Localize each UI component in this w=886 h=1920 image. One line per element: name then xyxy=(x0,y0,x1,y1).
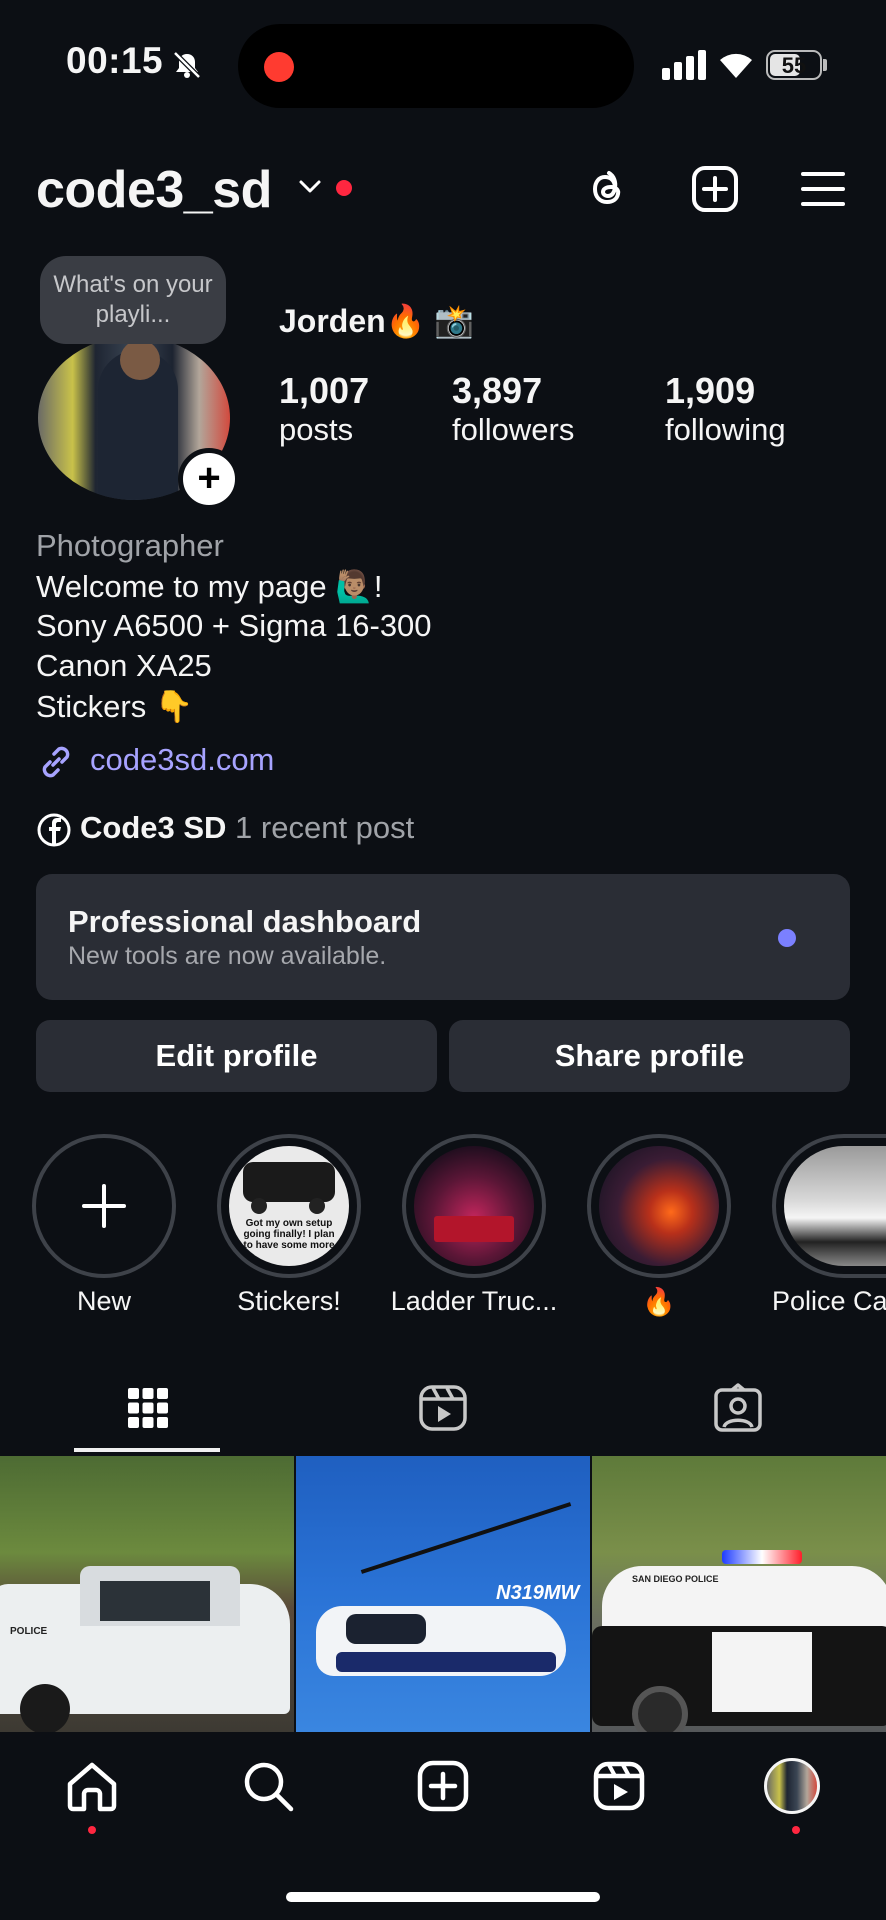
professional-dashboard[interactable]: Professional dashboard New tools are now… xyxy=(36,874,850,1000)
battery-tip xyxy=(823,59,827,71)
highlight-label: Ladder Truc... xyxy=(390,1286,558,1316)
hamburger-menu-icon[interactable] xyxy=(798,164,848,214)
highlight-label: 🔥 xyxy=(642,1287,676,1317)
post-thumbnail[interactable]: SAN DIEGO POLICE xyxy=(592,1456,886,1732)
tagged-icon[interactable] xyxy=(712,1382,764,1434)
active-tab-indicator xyxy=(74,1448,220,1452)
threads-icon[interactable] xyxy=(582,164,632,214)
bio-line: Canon XA25 xyxy=(36,648,212,683)
chevron-down-icon[interactable] xyxy=(298,178,322,196)
bio-line: Welcome to my page 🙋🏽‍♂️! xyxy=(36,569,383,604)
create-post-icon[interactable] xyxy=(415,1758,471,1814)
following-label[interactable]: following xyxy=(665,412,786,448)
wifi-icon xyxy=(720,53,752,78)
bio-line: Stickers 👇 xyxy=(36,689,194,724)
profile-category: Photographer xyxy=(36,528,224,563)
facebook-link[interactable]: Code3 SD 1 recent post xyxy=(80,810,414,846)
dashboard-title: Professional dashboard xyxy=(68,904,422,939)
reels-icon[interactable] xyxy=(417,1382,469,1434)
battery-level: 55 xyxy=(781,53,807,78)
new-highlight-button[interactable] xyxy=(32,1134,176,1278)
sticker-caption: Got my own setup going finally! I plan t… xyxy=(243,1218,335,1251)
recording-indicator xyxy=(264,52,294,82)
followers-count[interactable]: 3,897 xyxy=(452,370,542,412)
plus-icon xyxy=(82,1184,126,1228)
profile-nav-avatar[interactable] xyxy=(764,1758,820,1814)
account-username[interactable]: code3_sd xyxy=(36,160,272,220)
display-name: Jorden🔥 📸 xyxy=(279,303,475,339)
link-icon xyxy=(42,746,70,778)
dashboard-new-dot xyxy=(778,929,796,947)
facebook-icon xyxy=(37,813,71,847)
profile-notification-dot xyxy=(792,1826,800,1834)
home-notification-dot xyxy=(88,1826,96,1834)
home-icon[interactable] xyxy=(64,1758,120,1814)
add-story-button[interactable]: + xyxy=(178,448,240,510)
grid-icon[interactable] xyxy=(122,1382,174,1434)
share-profile-button[interactable]: Share profile xyxy=(449,1020,850,1092)
post-text: SAN DIEGO POLICE xyxy=(632,1574,719,1584)
highlight-police-car[interactable] xyxy=(772,1134,886,1278)
highlight-label: Stickers! xyxy=(237,1286,341,1316)
cellular-signal-icon xyxy=(662,50,710,80)
highlight-label: New xyxy=(76,1286,131,1316)
note-bubble[interactable]: What's on your playli... xyxy=(40,256,226,344)
post-text: POLICE xyxy=(10,1626,48,1637)
dashboard-subtitle: New tools are now available. xyxy=(68,942,387,970)
profile-link[interactable]: code3sd.com xyxy=(90,742,274,778)
posts-count[interactable]: 1,007 xyxy=(279,370,369,412)
post-thumbnail[interactable]: N319MW xyxy=(296,1456,590,1732)
facebook-page-name: Code3 SD xyxy=(80,810,227,845)
home-indicator xyxy=(286,1892,600,1902)
highlight-fire[interactable] xyxy=(587,1134,731,1278)
bio-line: Sony A6500 + Sigma 16-300 xyxy=(36,608,432,643)
post-text: N319MW xyxy=(496,1582,580,1604)
following-count[interactable]: 1,909 xyxy=(665,370,755,412)
silent-mode-icon xyxy=(173,51,201,79)
post-thumbnail[interactable]: POLICE xyxy=(0,1456,294,1732)
edit-profile-button[interactable]: Edit profile xyxy=(36,1020,437,1092)
followers-label[interactable]: followers xyxy=(452,412,574,448)
status-time: 00:15 xyxy=(66,40,164,81)
highlight-label: Police Ca xyxy=(772,1286,886,1316)
facebook-recent-post: 1 recent post xyxy=(235,810,415,845)
posts-label[interactable]: posts xyxy=(279,412,353,448)
plus-square-icon[interactable] xyxy=(690,164,740,214)
reels-nav-icon[interactable] xyxy=(591,1758,647,1814)
search-icon[interactable] xyxy=(240,1758,296,1814)
account-notification-dot xyxy=(336,180,352,196)
highlight-ladder-truck[interactable] xyxy=(402,1134,546,1278)
battery-icon: 55 xyxy=(766,50,822,80)
dynamic-island xyxy=(238,24,634,108)
highlight-stickers[interactable]: Got my own setup going finally! I plan t… xyxy=(217,1134,361,1278)
